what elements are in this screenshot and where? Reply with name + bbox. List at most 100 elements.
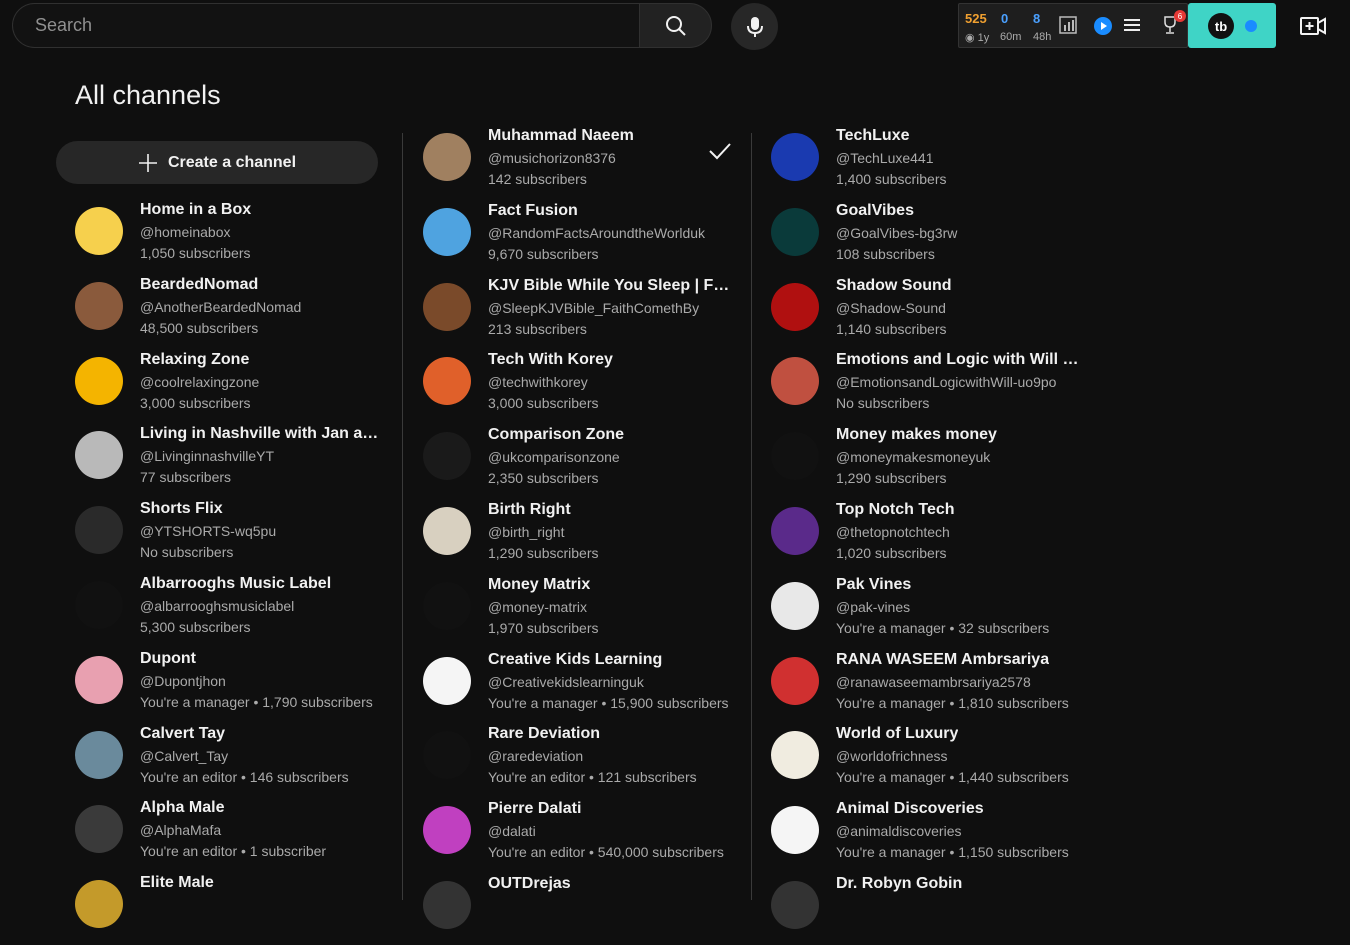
mm-avatar	[423, 581, 471, 630]
status-dot	[1245, 20, 1257, 32]
channel-handle: @birth_right	[488, 524, 565, 540]
channel-handle: @albarrooghsmusiclabel	[140, 598, 295, 614]
channel-name: Top Notch Tech	[836, 501, 955, 518]
create-channel-button[interactable]: Create a channel	[56, 141, 378, 184]
channel-item[interactable]: TechLuxe @TechLuxe441 1,400 subscribers	[771, 127, 1091, 197]
channel-handle: @coolrelaxingzone	[140, 373, 260, 390]
channel-handle: @techwithkorey	[488, 374, 588, 391]
money-avatar	[771, 432, 819, 481]
corsi-avatar	[75, 581, 123, 629]
voice-search-button[interactable]	[731, 3, 778, 50]
channel-name: GoalVibes	[836, 201, 914, 219]
channel-handle: @EmotionsandLogicwithWill-uo9po	[836, 374, 1057, 391]
house-avatar	[75, 207, 123, 255]
channel-item[interactable]: BeardedNomad @AnotherBeardedNomad 48,500 s…	[75, 276, 395, 346]
channel-handle: @TechLuxe441	[836, 150, 934, 166]
cz-avatar	[423, 432, 471, 481]
video-plus-icon	[1300, 17, 1326, 35]
channel-item[interactable]: Elite Male	[75, 874, 395, 944]
channel-item[interactable]: Living in Nashville with Jan and ... @Liv…	[75, 425, 395, 495]
tech-avatar	[423, 357, 471, 406]
channel-item[interactable]: Rare Deviation @raredeviation You're an ed…	[423, 725, 743, 795]
top-bar: 525 0 8 ◉ 1y 60m 48h 6 tb	[0, 0, 1350, 52]
channel-name: Dr. Robyn Gobin	[836, 875, 963, 892]
channel-handle: @Shadow-Sound	[836, 299, 946, 316]
channel-subscribers: 1,400 subscribers	[836, 171, 947, 187]
channel-item[interactable]: Alpha Male @AlphaMafa You're an editor • 1…	[75, 799, 395, 869]
stat-value-a: 525	[965, 11, 987, 26]
channel-subscribers: No subscribers	[140, 544, 234, 561]
search-box[interactable]	[12, 3, 639, 48]
channel-item[interactable]: Pierre Dalati @dalati You're an editor • 5…	[423, 800, 743, 870]
channel-subscribers: You're a manager • 1,790 subscribers	[140, 693, 373, 710]
channel-name: Animal Discoveries	[836, 800, 984, 818]
fact-avatar	[423, 207, 471, 256]
channel-subscribers: 9,670 subscribers	[488, 245, 599, 262]
channel-item[interactable]: Dupont @Dupontjhon You're a manager • 1,79…	[75, 650, 395, 720]
channel-item[interactable]: Top Notch Tech @thetopnotchtech 1,020 subs…	[771, 501, 1091, 571]
channel-name: TechLuxe	[836, 127, 910, 144]
channel-handle: @raredeviation	[488, 748, 584, 765]
person-avatar	[771, 881, 819, 929]
channel-item[interactable]: GoalVibes @GoalVibes-bg3rw 108 subscribers	[771, 202, 1091, 272]
channel-name: Tech With Korey	[488, 351, 613, 369]
channel-item[interactable]: Relaxing Zone @coolrelaxingzone 3,000 subs…	[75, 351, 395, 421]
channel-subscribers: You're a manager • 1,810 subscribers	[836, 694, 1069, 711]
stat-label-a: ◉ 1y	[965, 32, 990, 44]
menu-icon[interactable]	[1124, 16, 1140, 34]
microphone-icon	[746, 16, 763, 37]
bible-avatar	[423, 282, 471, 331]
channel-item[interactable]: Emotions and Logic with Will & I... @Emot…	[771, 351, 1091, 421]
channel-item[interactable]: KJV Bible While You Sleep | Fait... @Slee…	[423, 277, 743, 347]
channel-item[interactable]: Dr. Robyn Gobin	[771, 875, 1091, 945]
vines-avatar	[771, 581, 819, 630]
channel-name: Money Matrix	[488, 575, 591, 593]
channel-subscribers: 1,020 subscribers	[836, 545, 947, 561]
channel-subscribers: 1,970 subscribers	[488, 619, 599, 636]
channel-item[interactable]: Animal Discoveries @animaldiscoveries You'…	[771, 800, 1091, 870]
channel-item[interactable]: Calvert Tay @Calvert_Tay You're an editor …	[75, 725, 395, 795]
channel-item[interactable]: Money Matrix @money-matrix 1,970 subscribe…	[423, 576, 743, 646]
bar-chart-icon[interactable]	[1059, 16, 1077, 34]
channel-item[interactable]: Birth Right @birth_right 1,290 subscribers	[423, 501, 743, 571]
channel-item[interactable]: Home in a Box @homeinabox 1,050 subscriber…	[75, 201, 395, 271]
channel-name: Dupont	[140, 649, 196, 667]
channel-item[interactable]: Muhammad Naeem @musichorizon8376 142 subsc…	[423, 127, 743, 197]
search-button[interactable]	[639, 3, 712, 48]
channel-item[interactable]: Fact Fusion @RandomFactsAroundtheWorlduk 9…	[423, 202, 743, 272]
channel-handle: @worldofrichness	[836, 748, 948, 765]
channel-item[interactable]: Money makes money @moneymakesmoneyuk 1,290…	[771, 426, 1091, 496]
channel-subscribers: 3,000 subscribers	[140, 394, 251, 411]
tubebuddy-extension[interactable]: tb	[1188, 3, 1276, 48]
paw-avatar	[771, 806, 819, 855]
channel-handle: @dalati	[488, 823, 536, 840]
channel-item[interactable]: Comparison Zone @ukcomparisonzone 2,350 su…	[423, 426, 743, 496]
create-video-button[interactable]	[1296, 12, 1330, 40]
channel-item[interactable]: Albarrooghs Music Label @albarrooghsmusic…	[75, 575, 395, 645]
channel-name: Pak Vines	[836, 575, 912, 593]
channel-item[interactable]: OUTDrejas	[423, 875, 743, 945]
channel-item[interactable]: Creative Kids Learning @Creativekidslearn…	[423, 651, 743, 721]
channel-subscribers: You're an editor • 121 subscribers	[488, 769, 697, 786]
cartoon-avatar	[75, 655, 123, 704]
channel-item[interactable]: Shorts Flix @YTSHORTS-wq5pu No subscribers	[75, 500, 395, 570]
play-circle-icon[interactable]	[1093, 16, 1113, 36]
channel-handle: @Creativekidslearninguk	[488, 673, 644, 690]
channel-name: KJV Bible While You Sleep | Fait...	[488, 276, 733, 294]
channel-item[interactable]: Shadow Sound @Shadow-Sound 1,140 subscribe…	[771, 277, 1091, 347]
channel-item[interactable]: Tech With Korey @techwithkorey 3,000 subsc…	[423, 351, 743, 421]
person-avatar	[75, 880, 123, 929]
channel-name: Creative Kids Learning	[488, 650, 663, 668]
channel-subscribers: You're a manager • 1,440 subscribers	[836, 769, 1069, 786]
channel-name: Pierre Dalati	[488, 800, 582, 818]
channel-name: Living in Nashville with Jan and ...	[140, 425, 385, 443]
extension-stats-panel[interactable]: 525 0 8 ◉ 1y 60m 48h 6	[958, 3, 1188, 48]
channel-item[interactable]: World of Luxury @worldofrichness You're a …	[771, 725, 1091, 795]
search-input[interactable]	[33, 14, 639, 37]
couple-avatar	[771, 357, 819, 406]
channel-item[interactable]: RANA WASEEM Ambrsariya @ranawaseemambrsar…	[771, 651, 1091, 721]
rare-avatar	[423, 731, 471, 780]
channel-handle: @musichorizon8376	[488, 150, 616, 166]
channel-subscribers: You're an editor • 540,000 subscribers	[488, 844, 724, 861]
channel-item[interactable]: Pak Vines @pak-vines You're a manager • 32…	[771, 576, 1091, 646]
